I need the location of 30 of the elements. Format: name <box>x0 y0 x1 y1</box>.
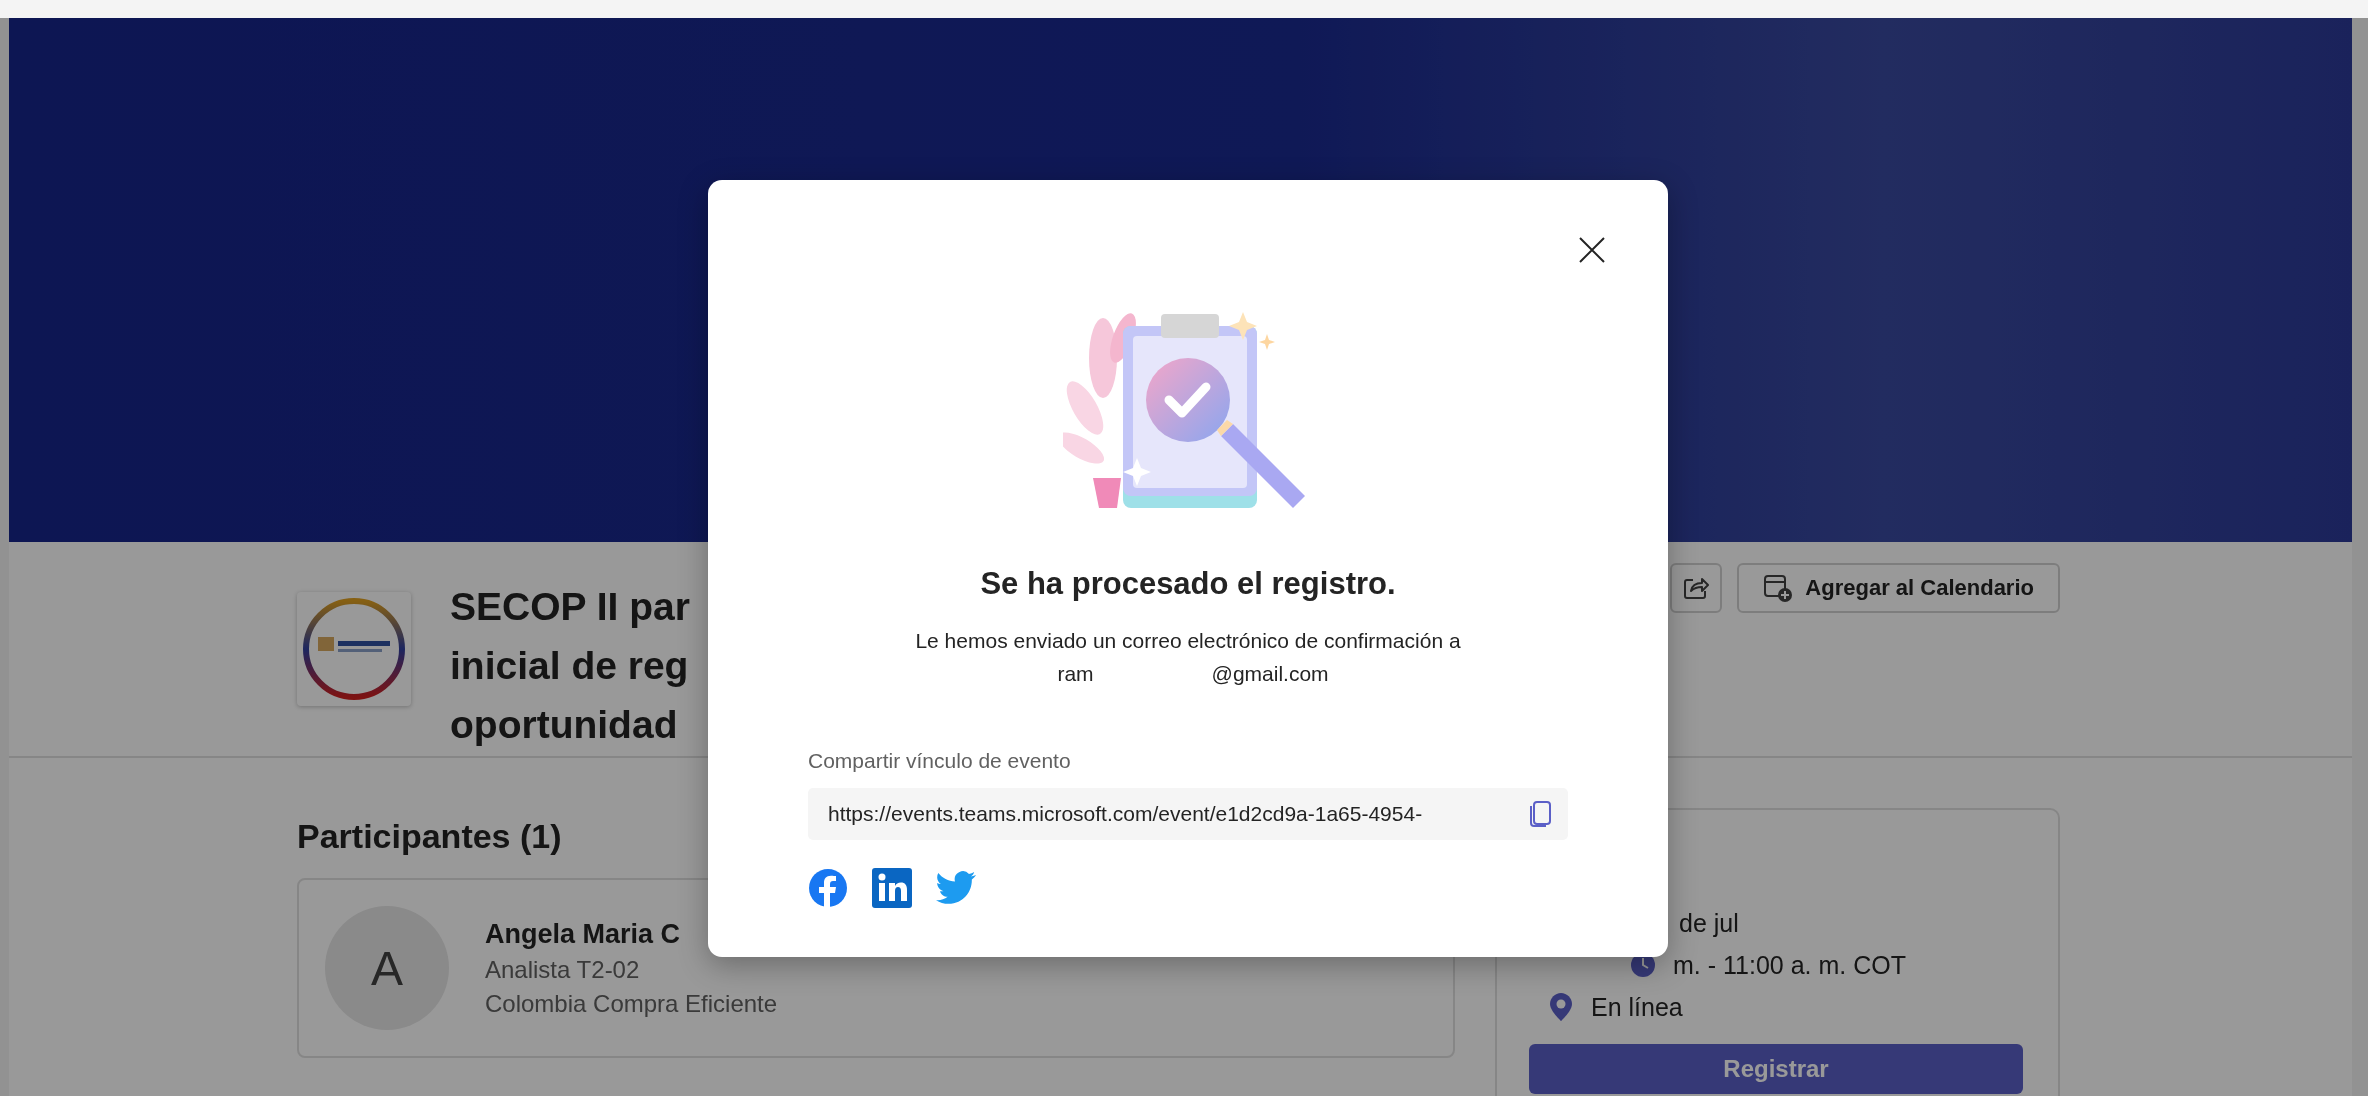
add-to-calendar-button[interactable]: Agregar al Calendario <box>1737 563 2060 613</box>
event-title-line: oportunidad <box>450 702 678 748</box>
copy-icon <box>1528 800 1552 828</box>
participant-organization: Colombia Compra Eficiente <box>485 989 778 1018</box>
event-title-line: inicial de reg <box>450 643 689 689</box>
calendar-add-icon <box>1763 573 1794 603</box>
event-link-text: https://events.teams.microsoft.com/event/e1d2cd9a-1a65-4954- <box>828 802 1423 826</box>
event-detail-text: de jul <box>1679 908 1739 938</box>
copy-button[interactable] <box>1528 800 1552 828</box>
linkedin-icon[interactable] <box>872 868 912 908</box>
facebook-icon[interactable] <box>808 868 848 908</box>
event-detail-text: En línea <box>1591 992 1683 1022</box>
event-title-line: SECOP II par <box>450 584 690 630</box>
participants-heading: Participantes (1) <box>297 816 562 857</box>
email-address-text: @gmail.com <box>1211 661 1329 687</box>
close-icon <box>1579 237 1605 263</box>
event-link-field[interactable]: https://events.teams.microsoft.com/event/e1d2cd9a-1a65-4954- <box>808 788 1568 840</box>
twitter-icon[interactable] <box>936 871 976 905</box>
participant-name: Angela Maria C <box>485 918 681 950</box>
dialog-heading: Se ha procesado el registro. <box>979 565 1397 603</box>
avatar: A <box>325 906 449 1030</box>
event-detail-text: m. - 11:00 a. m. COT <box>1673 950 1906 980</box>
share-icon <box>1683 576 1710 600</box>
register-button[interactable]: Registrar <box>1529 1044 2023 1094</box>
email-address-text: ram <box>1057 661 1094 687</box>
participant-role: Analista T2-02 <box>485 955 640 984</box>
share-link-label: Compartir vínculo de evento <box>808 748 1072 774</box>
location-pin-icon <box>1549 992 1573 1022</box>
share-button[interactable] <box>1670 563 1723 613</box>
confirmation-message: Le hemos enviado un correo electrónico de confirmación a <box>914 628 1462 654</box>
